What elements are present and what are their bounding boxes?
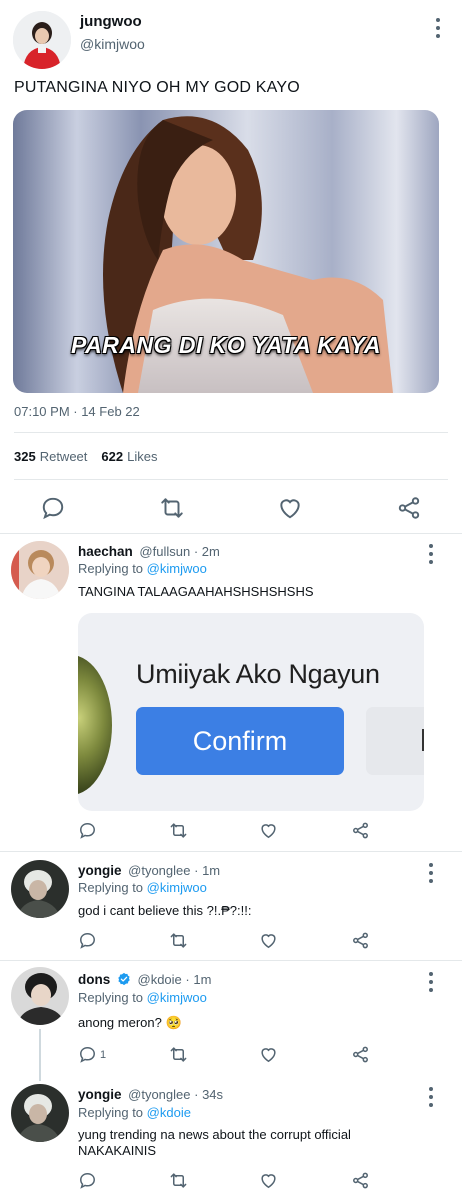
reply-text: god i cant believe this ?!.₱?:!!: bbox=[78, 903, 252, 918]
reply-text: anong meron? 🥺 bbox=[78, 1015, 182, 1030]
like-icon[interactable] bbox=[259, 1045, 278, 1064]
reply-avatar[interactable] bbox=[11, 541, 69, 599]
replying-to: Replying to @kdoie bbox=[78, 1105, 191, 1120]
reply-icon[interactable] bbox=[78, 1045, 97, 1064]
reply-handle[interactable]: @tyonglee bbox=[128, 863, 190, 878]
reply-icon[interactable] bbox=[40, 495, 66, 521]
tweet-stats: 325 Retweet 622 Likes bbox=[14, 449, 157, 464]
retweet-count: 325 bbox=[14, 449, 36, 464]
main-tweet-text: PUTANGINA NIYO OH MY GOD KAYO bbox=[14, 79, 300, 96]
reply-header: dons @kdoie · 1m bbox=[78, 972, 211, 987]
replying-to: Replying to @kimjwoo bbox=[78, 990, 207, 1005]
reply-time[interactable]: · 1m bbox=[194, 863, 220, 878]
divider bbox=[14, 432, 448, 433]
main-display-name[interactable]: jungwoo bbox=[80, 13, 142, 30]
main-tweet-image[interactable]: PARANG DI KO YATA KAYA bbox=[13, 110, 439, 393]
share-icon[interactable] bbox=[396, 495, 422, 521]
reply-text-line: yung trending na news about the corrupt … bbox=[78, 1127, 351, 1142]
reply-text: yung trending na news about the corrupt … bbox=[78, 1127, 418, 1159]
like-icon[interactable] bbox=[259, 1171, 278, 1190]
replying-to-link[interactable]: @kimjwoo bbox=[147, 990, 207, 1005]
retweet-label: Retweet bbox=[39, 449, 88, 464]
more-icon[interactable] bbox=[428, 544, 434, 564]
retweet-icon[interactable] bbox=[169, 1171, 188, 1190]
replying-prefix: Replying to bbox=[78, 990, 144, 1005]
reply-icon[interactable] bbox=[78, 1171, 97, 1190]
replying-to: Replying to @kimjwoo bbox=[78, 561, 207, 576]
retweet-stat[interactable]: 325 Retweet bbox=[14, 449, 87, 464]
reply-display-name[interactable]: yongie bbox=[78, 863, 122, 878]
replying-to-link[interactable]: @kimjwoo bbox=[147, 561, 207, 576]
reply-header: haechan @fullsun · 2m bbox=[78, 544, 220, 559]
share-icon[interactable] bbox=[351, 1045, 370, 1064]
reply-tweet[interactable]: yongie @tyonglee · 1m Replying to @kimjw… bbox=[0, 851, 462, 960]
reply-tweet[interactable]: yongie @tyonglee · 34s Replying to @kdoi… bbox=[0, 1075, 462, 1200]
replying-to-link[interactable]: @kdoie bbox=[147, 1105, 191, 1120]
reply-time[interactable]: · 34s bbox=[194, 1087, 223, 1102]
image-headline: Umiiyak Ako Ngayun bbox=[136, 659, 380, 689]
reply-image[interactable]: Umiiyak Ako Ngayun Confirm bbox=[78, 613, 424, 811]
replying-prefix: Replying to bbox=[78, 1105, 144, 1120]
retweet-icon[interactable] bbox=[159, 495, 185, 521]
reply-time[interactable]: · 2m bbox=[194, 544, 220, 559]
reply-handle[interactable]: @tyonglee bbox=[128, 1087, 190, 1102]
more-icon[interactable] bbox=[428, 1087, 434, 1107]
reply-text-line: NAKAKAINIS bbox=[78, 1143, 157, 1158]
reply-icon[interactable] bbox=[78, 931, 97, 950]
replying-prefix: Replying to bbox=[78, 880, 144, 895]
retweet-icon[interactable] bbox=[169, 821, 188, 840]
reply-text: TANGINA TALAAGAAHAHSHSHSHSHS bbox=[78, 584, 314, 599]
replying-to-link[interactable]: @kimjwoo bbox=[147, 880, 207, 895]
reply-header: yongie @tyonglee · 1m bbox=[78, 863, 220, 878]
reply-action-bar: 1 bbox=[0, 1045, 462, 1067]
more-icon[interactable] bbox=[428, 972, 434, 992]
likes-stat[interactable]: 622 Likes bbox=[101, 449, 157, 464]
reply-avatar[interactable] bbox=[11, 967, 69, 1025]
image-fragment bbox=[78, 655, 112, 795]
divider bbox=[14, 479, 448, 480]
share-icon[interactable] bbox=[351, 931, 370, 950]
share-icon[interactable] bbox=[351, 1171, 370, 1190]
main-avatar[interactable] bbox=[13, 11, 71, 69]
more-icon[interactable] bbox=[435, 18, 441, 38]
verified-badge-icon bbox=[118, 972, 130, 986]
main-timestamp[interactable]: 07:10 PM · 14 Feb 22 bbox=[14, 404, 140, 419]
main-image-caption: PARANG DI KO YATA KAYA bbox=[71, 332, 381, 358]
reply-icon[interactable] bbox=[78, 821, 97, 840]
replying-prefix: Replying to bbox=[78, 561, 144, 576]
likes-label: Likes bbox=[127, 449, 158, 464]
replying-to: Replying to @kimjwoo bbox=[78, 880, 207, 895]
image-secondary-button bbox=[366, 707, 424, 775]
main-action-bar bbox=[0, 490, 462, 526]
reply-display-name[interactable]: haechan bbox=[78, 544, 133, 559]
reply-count: 1 bbox=[100, 1049, 107, 1061]
more-icon[interactable] bbox=[428, 863, 434, 883]
reply-handle[interactable]: @kdoie bbox=[138, 972, 182, 987]
like-icon[interactable] bbox=[259, 821, 278, 840]
reply-display-name[interactable]: dons bbox=[78, 972, 110, 987]
image-confirm-button: Confirm bbox=[136, 707, 344, 775]
reply-avatar[interactable] bbox=[11, 860, 69, 918]
reply-action-bar bbox=[0, 821, 462, 843]
like-icon[interactable] bbox=[259, 931, 278, 950]
reply-display-name[interactable]: yongie bbox=[78, 1087, 122, 1102]
reply-handle[interactable]: @fullsun bbox=[139, 544, 190, 559]
likes-count: 622 bbox=[101, 449, 124, 464]
like-icon[interactable] bbox=[277, 495, 303, 521]
share-icon[interactable] bbox=[351, 821, 370, 840]
reply-action-bar bbox=[0, 1171, 462, 1193]
reply-tweet[interactable]: dons @kdoie · 1m Replying to @kimjwoo an… bbox=[0, 960, 462, 1075]
reply-time[interactable]: · 1m bbox=[185, 972, 211, 987]
reply-avatar[interactable] bbox=[11, 1084, 69, 1142]
main-handle[interactable]: @kimjwoo bbox=[80, 36, 145, 52]
reply-action-bar bbox=[0, 931, 462, 953]
retweet-icon[interactable] bbox=[169, 1045, 188, 1064]
retweet-icon[interactable] bbox=[169, 931, 188, 950]
reply-header: yongie @tyonglee · 34s bbox=[78, 1087, 223, 1102]
